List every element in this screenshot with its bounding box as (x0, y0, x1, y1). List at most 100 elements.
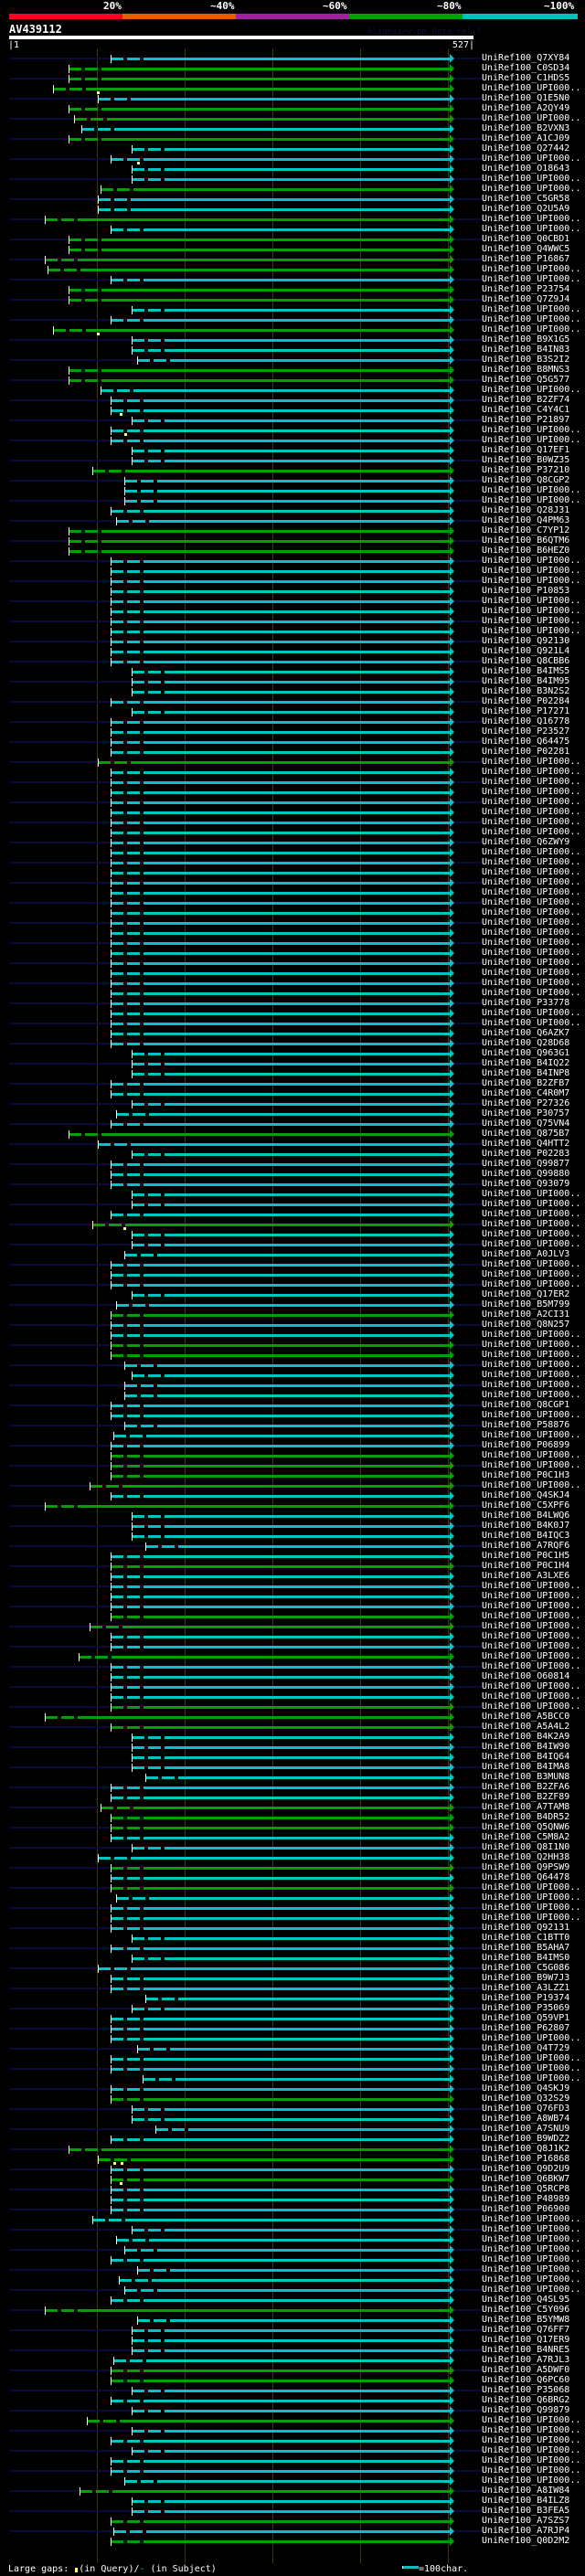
alignment-bar[interactable] (132, 2229, 450, 2231)
alignment-bar[interactable] (111, 832, 450, 834)
hit-label[interactable]: UniRef100_B2VXN3 (482, 123, 569, 133)
hit-label[interactable]: UniRef100_Q921L4 (482, 646, 569, 656)
alignment-bar[interactable] (111, 2369, 450, 2372)
hit-label[interactable]: UniRef100_P37210 (482, 465, 569, 475)
alignment-bar[interactable] (132, 1153, 450, 1156)
hit-label[interactable]: UniRef100_UPI000.. (482, 495, 580, 505)
hit-label[interactable]: UniRef100_A7TAM8 (482, 1802, 569, 1812)
hit-label[interactable]: UniRef100_C5Y096 (482, 2305, 569, 2315)
alignment-bar[interactable] (111, 1977, 450, 1980)
hit-label[interactable]: UniRef100_C5M8A2 (482, 1832, 569, 1842)
hit-label[interactable]: UniRef100_Q92131 (482, 1923, 569, 1933)
hit-label[interactable]: UniRef100_Q92130 (482, 636, 569, 646)
hit-label[interactable]: UniRef100_Q1E5N0 (482, 93, 569, 103)
alignment-bar[interactable] (98, 761, 450, 764)
hit-label[interactable]: UniRef100_A3LZZ1 (482, 1983, 569, 1993)
hit-label[interactable]: UniRef100_Q9D2U9 (482, 2164, 569, 2174)
hit-label[interactable]: UniRef100_C5G086 (482, 1963, 569, 1973)
hit-label[interactable]: UniRef100_Q8J1K2 (482, 2144, 569, 2154)
hit-label[interactable]: UniRef100_Q99877 (482, 1159, 569, 1169)
hit-label[interactable]: UniRef100_C4Y4C1 (482, 405, 569, 415)
hit-label[interactable]: UniRef100_UPI000.. (482, 2435, 580, 2445)
hit-label[interactable]: UniRef100_A7RJL3 (482, 2355, 569, 2365)
alignment-bar[interactable] (132, 1244, 450, 1246)
alignment-bar[interactable] (132, 349, 450, 352)
hit-label[interactable]: UniRef100_B9WDZ2 (482, 2134, 569, 2144)
alignment-bar[interactable] (111, 2138, 450, 2141)
hit-label[interactable]: UniRef100_UPI000.. (482, 324, 580, 334)
alignment-bar[interactable] (132, 691, 450, 694)
hit-label[interactable]: UniRef100_UPI000.. (482, 1601, 580, 1611)
hit-label[interactable]: UniRef100_B4IQC3 (482, 1531, 569, 1541)
alignment-bar[interactable] (45, 259, 450, 261)
alignment-bar[interactable] (111, 892, 450, 895)
alignment-bar[interactable] (111, 1214, 450, 1216)
alignment-bar[interactable] (69, 68, 450, 70)
hit-label[interactable]: UniRef100_UPI000.. (482, 1360, 580, 1370)
hit-label[interactable]: UniRef100_Q8I1N0 (482, 1842, 569, 1852)
hit-label[interactable]: UniRef100_UPI000.. (482, 817, 580, 827)
hit-label[interactable]: UniRef100_UPI000.. (482, 1882, 580, 1892)
alignment-bar[interactable] (111, 2088, 450, 2091)
alignment-bar[interactable] (111, 560, 450, 563)
alignment-bar[interactable] (111, 731, 450, 734)
alignment-bar[interactable] (111, 2098, 450, 2101)
hit-label[interactable]: UniRef100_UPI000.. (482, 485, 580, 495)
hit-label[interactable]: UniRef100_P06900 (482, 2204, 569, 2214)
alignment-bar[interactable] (111, 610, 450, 613)
alignment-bar[interactable] (111, 1706, 450, 1709)
hit-label[interactable]: UniRef100_UPI000.. (482, 767, 580, 777)
hit-label[interactable]: UniRef100_Q75VN4 (482, 1118, 569, 1129)
alignment-bar[interactable] (111, 1445, 450, 1447)
hit-label[interactable]: UniRef100_UPI000.. (482, 2254, 580, 2264)
alignment-bar[interactable] (111, 158, 450, 161)
hit-label[interactable]: UniRef100_Q5RCP8 (482, 2184, 569, 2194)
alignment-bar[interactable] (113, 2530, 450, 2533)
alignment-bar[interactable] (111, 932, 450, 935)
alignment-bar[interactable] (111, 741, 450, 744)
alignment-bar[interactable] (101, 1807, 450, 1809)
alignment-bar[interactable] (111, 902, 450, 905)
alignment-bar[interactable] (132, 1847, 450, 1850)
hit-label[interactable]: UniRef100_B6HEZ0 (482, 546, 569, 556)
alignment-bar[interactable] (132, 2430, 450, 2433)
alignment-bar[interactable] (132, 1535, 450, 1538)
alignment-bar[interactable] (69, 78, 450, 80)
alignment-bar[interactable] (111, 641, 450, 643)
alignment-bar[interactable] (90, 1626, 450, 1628)
hit-label[interactable]: UniRef100_B5YMW8 (482, 2315, 569, 2325)
hit-label[interactable]: UniRef100_A5DWF0 (482, 2365, 569, 2375)
alignment-bar[interactable] (69, 289, 450, 292)
alignment-bar[interactable] (45, 2309, 450, 2312)
alignment-bar[interactable] (111, 912, 450, 915)
hit-label[interactable]: UniRef100_Q6BKW7 (482, 2174, 569, 2184)
alignment-bar[interactable] (69, 239, 450, 241)
alignment-bar[interactable] (132, 1053, 450, 1055)
hit-label[interactable]: UniRef100_UPI000.. (482, 1229, 580, 1239)
hit-label[interactable]: UniRef100_UPI000.. (482, 1279, 580, 1289)
hit-label[interactable]: UniRef100_UPI000.. (482, 1641, 580, 1651)
alignment-bar[interactable] (137, 2319, 450, 2322)
hit-label[interactable]: UniRef100_UPI000.. (482, 1259, 580, 1269)
hit-label[interactable]: UniRef100_Q4PM63 (482, 515, 569, 525)
alignment-bar[interactable] (111, 1415, 450, 1417)
alignment-bar[interactable] (111, 2028, 450, 2030)
alignment-bar[interactable] (111, 982, 450, 985)
alignment-bar[interactable] (111, 1606, 450, 1608)
alignment-bar[interactable] (124, 1364, 450, 1367)
hit-label[interactable]: UniRef100_A1CJ09 (482, 133, 569, 143)
alignment-bar[interactable] (145, 1998, 450, 2000)
hit-label[interactable]: UniRef100_A5BCC0 (482, 1712, 569, 1722)
hit-label[interactable]: UniRef100_UPI000.. (482, 113, 580, 123)
alignment-bar[interactable] (116, 1304, 450, 1307)
alignment-bar[interactable] (132, 2349, 450, 2352)
hit-label[interactable]: UniRef100_P02284 (482, 696, 569, 706)
hit-label[interactable]: UniRef100_UPI000.. (482, 1330, 580, 1340)
hit-label[interactable]: UniRef100_C5XPF6 (482, 1500, 569, 1511)
alignment-bar[interactable] (124, 1384, 450, 1387)
alignment-bar[interactable] (111, 399, 450, 402)
alignment-bar[interactable] (111, 590, 450, 593)
alignment-bar[interactable] (132, 2339, 450, 2342)
alignment-bar[interactable] (113, 1435, 450, 1437)
hit-label[interactable]: UniRef100_UPI000.. (482, 897, 580, 907)
